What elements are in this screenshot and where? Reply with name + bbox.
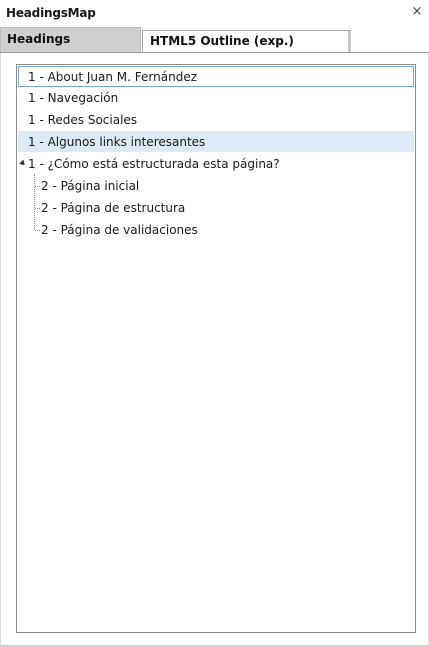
- headings-tree[interactable]: 1 - About Juan M. Fernández 1 - Navegaci…: [16, 64, 416, 633]
- tree-item[interactable]: 1 - About Juan M. Fernández: [18, 66, 414, 87]
- tree-item-label: 1 - About Juan M. Fernández: [28, 70, 198, 84]
- tree-item-label: 2 - Página inicial: [41, 179, 140, 193]
- collapse-triangle-icon[interactable]: [19, 159, 27, 168]
- tree-item[interactable]: 1 - Algunos links interesantes: [18, 131, 414, 152]
- tree-item[interactable]: 1 - Navegación: [18, 88, 414, 109]
- tree-item-label: 1 - Redes Sociales: [28, 113, 138, 127]
- tab-html5-outline[interactable]: HTML5 Outline (exp.): [142, 30, 351, 52]
- tree-item-label: 2 - Página de validaciones: [41, 223, 198, 237]
- tree-item-label: 1 - Navegación: [28, 91, 119, 105]
- tree-item[interactable]: 1 - Redes Sociales: [18, 110, 414, 131]
- tree-item[interactable]: 2 - Página inicial: [18, 176, 414, 197]
- tree-item[interactable]: 1 - ¿Cómo está estructurada esta página?: [18, 154, 414, 175]
- panel-title: HeadingsMap: [6, 6, 96, 20]
- panel-titlebar: HeadingsMap ×: [0, 0, 429, 26]
- tab-headings[interactable]: Headings: [0, 27, 141, 52]
- tab-content: 1 - About Juan M. Fernández 1 - Navegaci…: [0, 53, 429, 645]
- tab-strip: Headings HTML5 Outline (exp.): [0, 26, 429, 53]
- headingsmap-panel: HeadingsMap × Headings HTML5 Outline (ex…: [0, 0, 429, 647]
- close-icon[interactable]: ×: [409, 4, 425, 20]
- tree-item[interactable]: 2 - Página de estructura: [18, 198, 414, 219]
- tree-item[interactable]: 2 - Página de validaciones: [18, 220, 414, 241]
- tree-item-label: 1 - ¿Cómo está estructurada esta página?: [28, 157, 280, 171]
- tree-item-label: 1 - Algunos links interesantes: [28, 135, 206, 149]
- tree-item-label: 2 - Página de estructura: [41, 201, 186, 215]
